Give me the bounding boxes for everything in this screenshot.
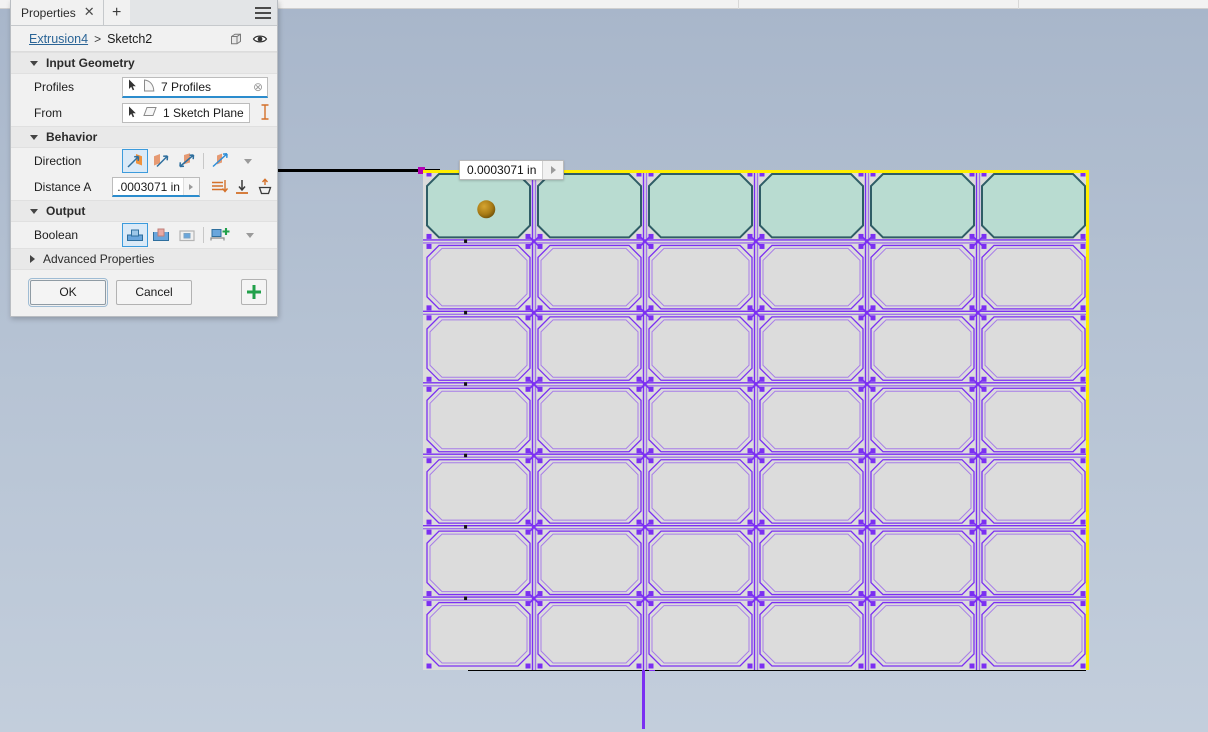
section-title-advanced-properties: Advanced Properties — [43, 252, 155, 266]
intersect-icon[interactable] — [174, 223, 200, 247]
tab-properties-label: Properties — [21, 5, 76, 20]
dialog-button-row: OK Cancel — [11, 270, 277, 316]
label-from: From — [34, 106, 62, 120]
chevron-down-icon — [30, 208, 38, 214]
section-title-behavior: Behavior — [46, 130, 98, 144]
distance-a-input[interactable]: .0003071 in — [112, 177, 200, 197]
profiles-selection-field[interactable]: 7 Profiles ⊗ — [122, 76, 268, 98]
sketch-geometry[interactable] — [423, 170, 1089, 670]
chevron-down-icon — [30, 134, 38, 140]
profile-icon — [143, 78, 155, 95]
row-direction: Direction — [11, 148, 277, 174]
plane-icon — [143, 106, 157, 120]
extrude-manipulator-handle — [477, 200, 496, 219]
chevron-down-icon — [30, 60, 38, 66]
chevron-right-icon — [30, 255, 35, 263]
hamburger-icon[interactable] — [249, 0, 277, 25]
distance-a-stepper-icon[interactable] — [182, 178, 199, 195]
breadcrumb-parent-link[interactable]: Extrusion4 — [29, 32, 88, 46]
row-distance-a: Distance A .0003071 in — [11, 174, 277, 200]
panel-tab-bar: Properties ✕ + — [11, 0, 277, 26]
section-header-input-geometry[interactable]: Input Geometry — [11, 52, 277, 74]
expand-caret-icon[interactable] — [543, 161, 564, 179]
section-header-behavior[interactable]: Behavior — [11, 126, 277, 148]
flipped-direction-icon[interactable] — [148, 149, 174, 173]
eye-icon[interactable] — [251, 30, 269, 48]
ok-button[interactable]: OK — [28, 277, 108, 307]
label-distance-a: Distance A — [34, 180, 92, 194]
offset-ibeam-icon[interactable] — [259, 103, 271, 124]
box-icon[interactable] — [227, 30, 245, 48]
one-side-direction-icon[interactable] — [122, 149, 148, 173]
section-title-output: Output — [46, 204, 86, 218]
to-next-extent-icon[interactable] — [254, 175, 277, 199]
toolbar-divider — [203, 153, 204, 169]
add-feature-button[interactable] — [241, 279, 267, 305]
symmetric-extent-icon[interactable] — [207, 175, 230, 199]
section-header-output[interactable]: Output — [11, 200, 277, 222]
toolbar-divider — [203, 227, 204, 243]
section-title-input-geometry: Input Geometry — [46, 56, 135, 70]
cursor-arrow-icon — [128, 106, 137, 121]
dimension-value[interactable]: 0.0003071 in — [460, 161, 544, 179]
asymmetric-direction-icon[interactable] — [207, 149, 233, 173]
clear-selection-icon[interactable]: ⊗ — [253, 80, 263, 94]
profiles-value: 7 Profiles — [161, 79, 212, 94]
new-body-icon[interactable] — [207, 223, 233, 247]
breadcrumb: Extrusion4 > Sketch2 — [11, 26, 277, 52]
sketch-curves[interactable] — [423, 170, 1089, 670]
cut-icon[interactable] — [148, 223, 174, 247]
add-tab-icon[interactable]: + — [103, 0, 130, 25]
cancel-button[interactable]: Cancel — [116, 279, 192, 305]
breadcrumb-current: Sketch2 — [107, 31, 153, 46]
boolean-more-icon[interactable] — [246, 232, 254, 238]
breadcrumb-separator: > — [94, 31, 102, 46]
label-profiles: Profiles — [34, 80, 75, 94]
properties-panel[interactable]: Properties ✕ + Extrusion4 > Sketch2 Inpu… — [10, 0, 278, 317]
label-direction: Direction — [34, 154, 82, 168]
distance-a-value[interactable]: .0003071 in — [113, 178, 183, 195]
to-object-extent-icon[interactable] — [230, 175, 253, 199]
row-from: From 1 Sketch Plane — [11, 100, 277, 126]
two-sides-symmetric-icon[interactable] — [174, 149, 200, 173]
dimension-input-popup[interactable]: 0.0003071 in — [459, 160, 565, 180]
tab-bar-spacer — [129, 0, 249, 25]
close-icon[interactable]: ✕ — [84, 6, 95, 19]
row-profiles: Profiles 7 Profiles ⊗ — [11, 74, 277, 100]
tab-properties[interactable]: Properties ✕ — [11, 0, 104, 25]
join-icon[interactable] — [122, 223, 148, 247]
from-value: 1 Sketch Plane — [163, 106, 244, 120]
label-boolean: Boolean — [34, 228, 79, 242]
from-selection-field[interactable]: 1 Sketch Plane — [122, 103, 250, 123]
direction-more-icon[interactable] — [244, 158, 252, 164]
row-boolean: Boolean — [11, 222, 277, 248]
cursor-arrow-icon — [128, 79, 137, 94]
section-header-advanced-properties[interactable]: Advanced Properties — [11, 248, 277, 270]
